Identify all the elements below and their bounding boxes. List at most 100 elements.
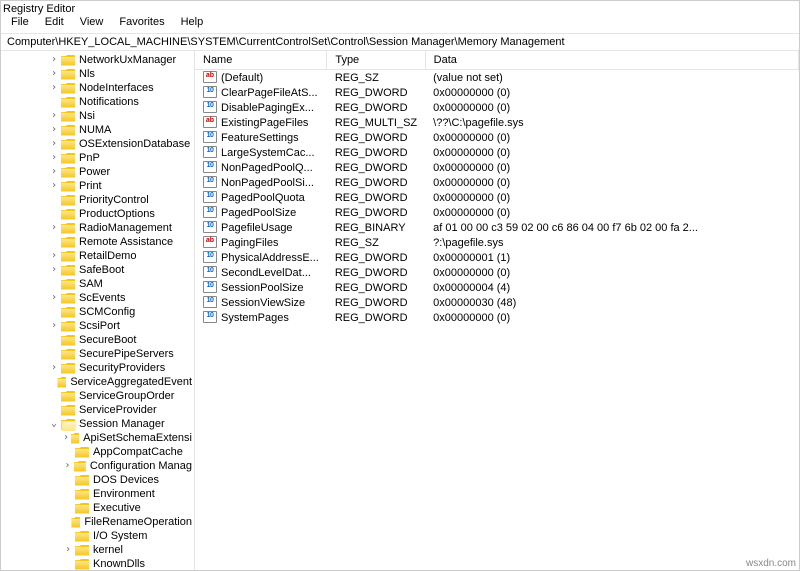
folder-icon [61,69,75,80]
value-row[interactable]: SessionPoolSizeREG_DWORD0x00000004 (4) [195,280,799,295]
expand-icon[interactable]: ⌄ [49,417,59,431]
expand-icon[interactable]: › [49,123,59,137]
tree-node[interactable]: Notifications [1,95,194,109]
expand-icon[interactable]: › [63,431,69,445]
value-row[interactable]: NonPagedPoolQ...REG_DWORD0x00000000 (0) [195,160,799,175]
tree-node[interactable]: ServiceAggregatedEvent [1,375,194,389]
value-name: ExistingPageFiles [221,117,308,129]
tree-node[interactable]: ›Power [1,165,194,179]
tree-node[interactable]: ›NUMA [1,123,194,137]
expand-icon[interactable]: › [49,319,59,333]
value-row[interactable]: PagingFilesREG_SZ?:\pagefile.sys [195,235,799,250]
tree-node[interactable]: ›RetailDemo [1,249,194,263]
expand-icon[interactable]: › [49,361,59,375]
expand-icon[interactable]: › [63,459,72,473]
tree-node[interactable]: DOS Devices [1,473,194,487]
menu-help[interactable]: Help [175,14,210,30]
folder-icon [61,307,75,318]
tree-node[interactable]: ›Configuration Manag [1,459,194,473]
tree-node[interactable]: ⌄ Session Manager [1,417,194,431]
tree-node[interactable]: SecurePipeServers [1,347,194,361]
tree-node[interactable]: ›SafeBoot [1,263,194,277]
tree-node[interactable]: ›ScEvents [1,291,194,305]
expand-icon[interactable]: › [49,221,59,235]
tree-node[interactable]: Executive [1,501,194,515]
expand-icon[interactable]: › [49,263,59,277]
value-row[interactable]: SystemPagesREG_DWORD0x00000000 (0) [195,310,799,325]
value-row[interactable]: SessionViewSizeREG_DWORD0x00000030 (48) [195,295,799,310]
value-row[interactable]: (Default)REG_SZ(value not set) [195,70,799,86]
tree-node[interactable]: SAM [1,277,194,291]
tree-node[interactable]: Remote Assistance [1,235,194,249]
tree-node[interactable]: KnownDlls [1,557,194,570]
tree-node[interactable]: FileRenameOperation [1,515,194,529]
value-type: REG_DWORD [327,205,425,220]
expand-icon[interactable]: › [49,67,59,81]
col-data[interactable]: Data [425,51,798,70]
tree-label: SecurityProviders [77,362,167,374]
tree-node[interactable]: ServiceGroupOrder [1,389,194,403]
binary-value-icon [203,281,217,293]
tree-node[interactable]: ›RadioManagement [1,221,194,235]
col-name[interactable]: Name [195,51,327,70]
expand-icon[interactable]: › [49,249,59,263]
tree-node[interactable]: ServiceProvider [1,403,194,417]
expand-icon[interactable]: › [49,291,59,305]
tree-node[interactable]: ›PnP [1,151,194,165]
tree-node[interactable]: ›ScsiPort [1,319,194,333]
expand-icon[interactable]: › [49,81,59,95]
expand-icon[interactable]: › [49,165,59,179]
address-bar[interactable]: Computer\HKEY_LOCAL_MACHINE\SYSTEM\Curre… [1,34,799,51]
tree-node[interactable]: › OSExtensionDatabase [1,137,194,151]
tree-label: Notifications [77,96,141,108]
tree-node[interactable]: SecureBoot [1,333,194,347]
expand-icon[interactable]: › [49,109,59,123]
value-row[interactable]: PagedPoolSizeREG_DWORD0x00000000 (0) [195,205,799,220]
expand-icon[interactable]: › [49,137,59,151]
menu-file[interactable]: File [5,14,35,30]
value-row[interactable]: NonPagedPoolSi...REG_DWORD0x00000000 (0) [195,175,799,190]
tree-node[interactable]: ›Nls [1,67,194,81]
menu-favorites[interactable]: Favorites [113,14,170,30]
menu-edit[interactable]: Edit [39,14,70,30]
tree-node[interactable]: ›Print [1,179,194,193]
value-row[interactable]: FeatureSettingsREG_DWORD0x00000000 (0) [195,130,799,145]
value-row[interactable]: PhysicalAddressE...REG_DWORD0x00000001 (… [195,250,799,265]
tree-label: OSExtensionDatabase [77,138,192,150]
folder-icon [74,461,86,472]
tree-label: Nsi [77,110,97,122]
tree-node[interactable]: I/O System [1,529,194,543]
value-row[interactable]: PagefileUsageREG_BINARYaf 01 00 00 c3 59… [195,220,799,235]
tree-label: Session Manager [77,418,167,430]
value-row[interactable]: DisablePagingEx...REG_DWORD0x00000000 (0… [195,100,799,115]
tree-node[interactable]: › SecurityProviders [1,361,194,375]
tree-node[interactable]: AppCompatCache [1,445,194,459]
menu-view[interactable]: View [74,14,110,30]
tree-node[interactable]: SCMConfig [1,305,194,319]
tree-node[interactable]: Environment [1,487,194,501]
tree-node[interactable]: PriorityControl [1,193,194,207]
expand-icon[interactable]: › [49,53,59,67]
col-type[interactable]: Type [327,51,425,70]
tree-node[interactable]: › Nsi [1,109,194,123]
tree-node[interactable]: ›NodeInterfaces [1,81,194,95]
binary-value-icon [203,251,217,263]
value-row[interactable]: ExistingPageFilesREG_MULTI_SZ\??\C:\page… [195,115,799,130]
value-data: 0x00000000 (0) [425,130,798,145]
value-row[interactable]: LargeSystemCac...REG_DWORD0x00000000 (0) [195,145,799,160]
values-panel[interactable]: Name Type Data (Default)REG_SZ(value not… [195,51,799,570]
expand-icon[interactable]: › [63,543,73,557]
tree-node[interactable]: ›NetworkUxManager [1,53,194,67]
binary-value-icon [203,176,217,188]
tree-node[interactable]: ›ApiSetSchemaExtensi [1,431,194,445]
expand-icon[interactable]: › [49,151,59,165]
value-name: ClearPageFileAtS... [221,87,318,99]
tree-panel[interactable]: ›NetworkUxManager›Nls›NodeInterfacesNoti… [1,51,195,570]
tree-node[interactable]: ProductOptions [1,207,194,221]
value-row[interactable]: ClearPageFileAtS...REG_DWORD0x00000000 (… [195,85,799,100]
value-row[interactable]: PagedPoolQuotaREG_DWORD0x00000000 (0) [195,190,799,205]
value-data: ?:\pagefile.sys [425,235,798,250]
tree-node[interactable]: ›kernel [1,543,194,557]
value-row[interactable]: SecondLevelDat...REG_DWORD0x00000000 (0) [195,265,799,280]
expand-icon[interactable]: › [49,179,59,193]
